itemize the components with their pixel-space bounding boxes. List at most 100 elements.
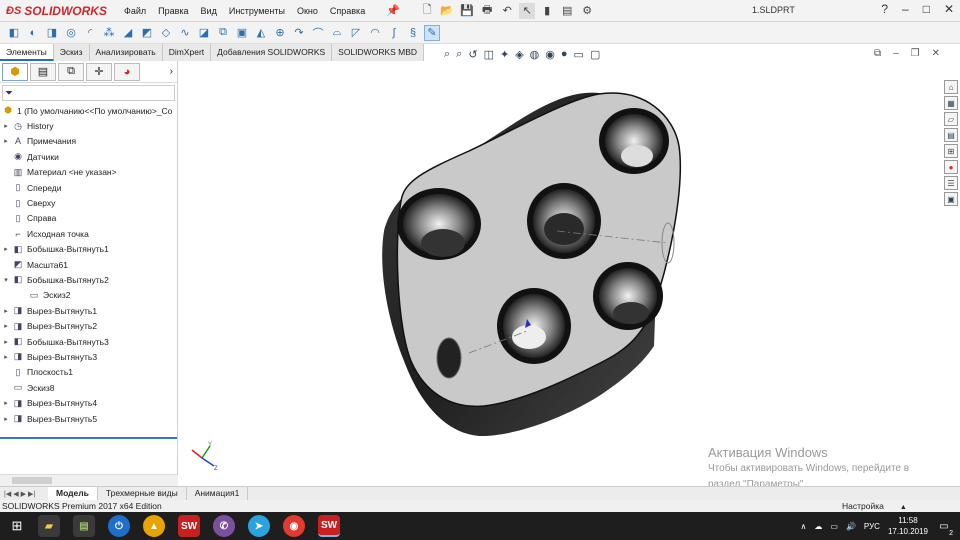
chevron-right-icon[interactable]: ▸: [0, 415, 12, 423]
file-explorer-icon[interactable]: ▤: [944, 128, 958, 142]
instant3d-icon[interactable]: ◪: [196, 25, 212, 41]
previous-view-icon[interactable]: ↺: [468, 48, 477, 61]
chevron-right-icon[interactable]: ▸: [0, 245, 12, 253]
keyboard-language[interactable]: РУС: [864, 522, 880, 531]
linear-pattern-icon[interactable]: ⁂: [101, 25, 117, 41]
view-settings-icon[interactable]: ▢: [590, 48, 600, 61]
clock[interactable]: 11:58 17.10.2019: [888, 515, 928, 537]
onedrive-icon[interactable]: ☁: [814, 522, 822, 531]
menu-help[interactable]: Справка: [324, 6, 371, 16]
tree-item[interactable]: ▥ Материал <не указан>: [0, 165, 177, 180]
display-style-icon[interactable]: ◍: [530, 48, 540, 61]
tree-filter[interactable]: ⏷: [2, 85, 175, 101]
new-document-icon[interactable]: 🗋: [419, 3, 435, 19]
boundary-icon[interactable]: ⌓: [329, 25, 345, 41]
network-icon[interactable]: ▭: [830, 522, 838, 531]
telegram-app-icon[interactable]: ➤: [248, 515, 270, 537]
tab-evaluate[interactable]: Анализировать: [90, 44, 163, 61]
minimize-button[interactable]: –: [902, 2, 909, 16]
tree-item[interactable]: ▸ ◨ Вырез-Вытянуть5: [0, 411, 177, 426]
units-setting[interactable]: Настройка ▲: [842, 501, 907, 511]
chevron-right-icon[interactable]: ▸: [0, 399, 12, 407]
solidworks-2017-app-icon[interactable]: SW: [178, 515, 200, 537]
hole-center-threaded[interactable]: [527, 183, 601, 259]
draft-icon[interactable]: ◭: [253, 25, 269, 41]
options-gear-icon[interactable]: ⚙: [579, 3, 595, 19]
chevron-right-icon[interactable]: ▸: [0, 137, 12, 145]
file-properties-icon[interactable]: ▤: [559, 3, 575, 19]
split-view-icon[interactable]: ⧉: [874, 48, 881, 59]
winrar-app-icon[interactable]: ▤: [73, 515, 95, 537]
chevron-right-icon[interactable]: ▸: [0, 307, 12, 315]
chrome-app-icon[interactable]: ◉: [283, 515, 305, 537]
hole-top-right[interactable]: [599, 108, 669, 174]
tree-item[interactable]: ▭ Эскиз8: [0, 380, 177, 395]
next-tab-icon[interactable]: ▶: [21, 490, 26, 498]
intersect-icon[interactable]: ⊕: [272, 25, 288, 41]
home-icon[interactable]: ⌂: [944, 80, 958, 94]
undo-icon[interactable]: ↶: [499, 3, 515, 19]
tab-sketch[interactable]: Эскиз: [54, 44, 90, 61]
tree-horizontal-scrollbar[interactable]: [0, 474, 178, 486]
dimxpert-manager-tab-icon[interactable]: ✛: [86, 62, 112, 81]
dome-icon[interactable]: ◠: [367, 25, 383, 41]
rib-icon[interactable]: ◢: [120, 25, 136, 41]
windows-start-icon[interactable]: ⊞: [0, 512, 34, 540]
tab-model[interactable]: Модель: [48, 487, 98, 500]
appearance-icon[interactable]: ●: [561, 48, 568, 61]
menu-file[interactable]: Файл: [118, 6, 152, 16]
feature-manager-tab-icon[interactable]: ⬢: [2, 62, 28, 81]
curve-through-icon[interactable]: ∫: [386, 25, 402, 41]
tree-item[interactable]: ⬢ 1 (По умолчанию<<По умолчанию>_Со: [0, 103, 177, 118]
zoom-to-fit-icon[interactable]: ⌕: [444, 48, 450, 61]
tree-item[interactable]: ▯ Плоскость1: [0, 365, 177, 380]
power-app-icon[interactable]: ⏻: [108, 515, 130, 537]
sweep-icon[interactable]: ↷: [291, 25, 307, 41]
tree-item[interactable]: ▸ ◷ History: [0, 118, 177, 133]
avast-app-icon[interactable]: ▲: [143, 515, 165, 537]
traffic-light-icon[interactable]: ▮: [539, 3, 555, 19]
close-button[interactable]: ✕: [944, 2, 954, 16]
scroll-thumb[interactable]: [12, 477, 52, 484]
first-tab-icon[interactable]: |◀: [4, 490, 11, 498]
tree-item[interactable]: ⌐ Исходная точка: [0, 226, 177, 241]
rollback-bar[interactable]: [0, 437, 177, 439]
tree-item[interactable]: ◩ Масшта61: [0, 257, 177, 272]
dynamic-annotation-icon[interactable]: ✦: [500, 48, 509, 61]
tree-item[interactable]: ▯ Сверху: [0, 195, 177, 210]
menu-edit[interactable]: Правка: [152, 6, 194, 16]
helix-icon[interactable]: §: [405, 25, 421, 41]
zoom-area-icon[interactable]: ⌕: [456, 48, 462, 61]
tree-item[interactable]: ▭ Эскиз2: [0, 288, 177, 303]
extruded-cut-icon[interactable]: ◨: [44, 25, 60, 41]
tree-item[interactable]: ▸ A Примечания: [0, 134, 177, 149]
help-icon[interactable]: ?: [881, 2, 888, 16]
section-view-icon[interactable]: ◫: [484, 48, 494, 61]
tree-item[interactable]: ▸ ◧ Бобышка-Вытянуть1: [0, 242, 177, 257]
chevron-right-icon[interactable]: ▸: [0, 353, 12, 361]
custom-properties-icon[interactable]: ☰: [944, 176, 958, 190]
viewport-close-icon[interactable]: ✕: [932, 48, 940, 59]
configuration-manager-tab-icon[interactable]: ⧉: [58, 62, 84, 81]
tree-item[interactable]: ▸ ◨ Вырез-Вытянуть3: [0, 349, 177, 364]
revolved-boss-icon[interactable]: ◐: [25, 25, 41, 41]
tree-item[interactable]: ▯ Справа: [0, 211, 177, 226]
curves-icon[interactable]: ∿: [177, 25, 193, 41]
solidworks-app-icon[interactable]: SW: [318, 515, 340, 537]
tree-item[interactable]: ▸ ◨ Вырез-Вытянуть2: [0, 318, 177, 333]
viewport-restore-icon[interactable]: ❐: [911, 48, 920, 59]
tab-features[interactable]: Элементы: [0, 44, 54, 61]
tree-item[interactable]: ◉ Датчики: [0, 149, 177, 164]
hole-wizard-icon[interactable]: ◎: [63, 25, 79, 41]
viber-app-icon[interactable]: ✆: [213, 515, 235, 537]
tab-dimxpert[interactable]: DimXpert: [163, 44, 212, 61]
graphics-area[interactable]: [179, 61, 939, 486]
tree-item[interactable]: ▾ ◧ Бобышка-Вытянуть2: [0, 272, 177, 287]
property-manager-tab-icon[interactable]: ▤: [30, 62, 56, 81]
view-palette-icon[interactable]: ⊞: [944, 144, 958, 158]
tab-3d-views[interactable]: Трехмерные виды: [98, 487, 187, 500]
tree-item[interactable]: ▸ ◧ Бобышка-Вытянуть3: [0, 334, 177, 349]
design-library-icon[interactable]: ▱: [944, 112, 958, 126]
loft-icon[interactable]: ⌒: [310, 25, 326, 41]
menu-tools[interactable]: Инструменты: [223, 6, 291, 16]
